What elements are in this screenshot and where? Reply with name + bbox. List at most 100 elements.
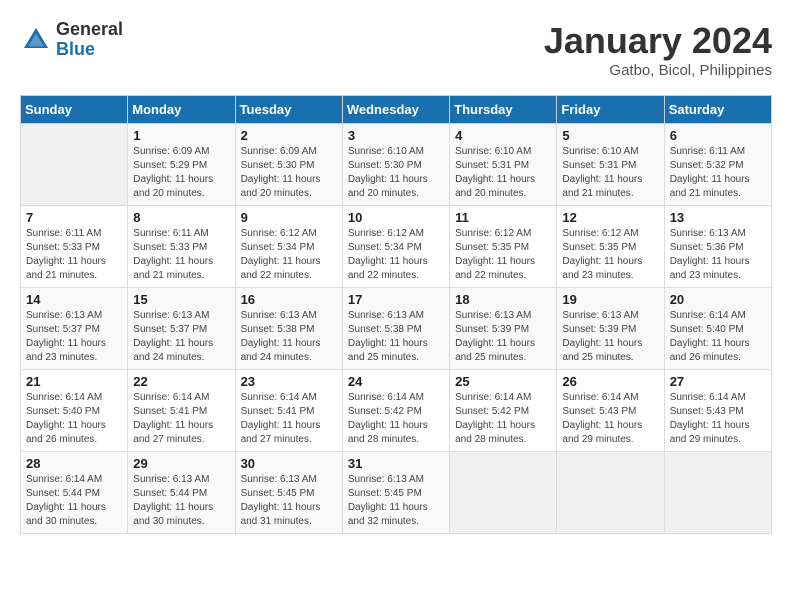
- day-number: 21: [26, 374, 122, 389]
- day-number: 16: [241, 292, 337, 307]
- day-info: Sunrise: 6:14 AMSunset: 5:44 PMDaylight:…: [26, 473, 122, 529]
- calendar-cell: 18 Sunrise: 6:13 AMSunset: 5:39 PMDayligh…: [450, 288, 557, 370]
- day-info: Sunrise: 6:13 AMSunset: 5:39 PMDaylight:…: [455, 309, 551, 365]
- calendar-cell: 31 Sunrise: 6:13 AMSunset: 5:45 PMDayligh…: [342, 452, 449, 534]
- day-info: Sunrise: 6:12 AMSunset: 5:35 PMDaylight:…: [455, 227, 551, 283]
- calendar-cell: 23 Sunrise: 6:14 AMSunset: 5:41 PMDayligh…: [235, 370, 342, 452]
- day-info: Sunrise: 6:13 AMSunset: 5:37 PMDaylight:…: [26, 309, 122, 365]
- calendar-cell: 22 Sunrise: 6:14 AMSunset: 5:41 PMDayligh…: [128, 370, 235, 452]
- day-info: Sunrise: 6:14 AMSunset: 5:41 PMDaylight:…: [133, 391, 229, 447]
- day-info: Sunrise: 6:11 AMSunset: 5:32 PMDaylight:…: [670, 145, 766, 201]
- day-number: 14: [26, 292, 122, 307]
- logo-text: General Blue: [56, 20, 123, 60]
- calendar-cell: 24Sunrise: 6:14 AMSunset: 5:42 PMDayligh…: [342, 370, 449, 452]
- day-number: 15: [133, 292, 229, 307]
- calendar-subtitle: Gatbo, Bicol, Philippines: [544, 62, 772, 79]
- day-info: Sunrise: 6:09 AMSunset: 5:29 PMDaylight:…: [133, 145, 229, 201]
- calendar-cell: 10 Sunrise: 6:12 AMSunset: 5:34 PMDayligh…: [342, 206, 449, 288]
- logo-blue: Blue: [56, 40, 123, 60]
- calendar-cell: 30 Sunrise: 6:13 AMSunset: 5:45 PMDayligh…: [235, 452, 342, 534]
- calendar-week-row: 14 Sunrise: 6:13 AMSunset: 5:37 PMDayligh…: [21, 288, 772, 370]
- day-number: 6: [670, 128, 766, 143]
- calendar-header-row: SundayMondayTuesdayWednesdayThursdayFrid…: [21, 96, 772, 124]
- logo: General Blue: [20, 20, 123, 60]
- calendar-cell: 2 Sunrise: 6:09 AMSunset: 5:30 PMDaylight…: [235, 124, 342, 206]
- day-info: Sunrise: 6:12 AMSunset: 5:35 PMDaylight:…: [562, 227, 658, 283]
- day-info: Sunrise: 6:13 AMSunset: 5:37 PMDaylight:…: [133, 309, 229, 365]
- calendar-cell: 9 Sunrise: 6:12 AMSunset: 5:34 PMDaylight…: [235, 206, 342, 288]
- day-info: Sunrise: 6:13 AMSunset: 5:45 PMDaylight:…: [241, 473, 337, 529]
- day-info: Sunrise: 6:14 AMSunset: 5:41 PMDaylight:…: [241, 391, 337, 447]
- calendar-cell: 4 Sunrise: 6:10 AMSunset: 5:31 PMDaylight…: [450, 124, 557, 206]
- calendar-cell: 21 Sunrise: 6:14 AMSunset: 5:40 PMDayligh…: [21, 370, 128, 452]
- calendar-week-row: 1 Sunrise: 6:09 AMSunset: 5:29 PMDaylight…: [21, 124, 772, 206]
- calendar-cell: 14 Sunrise: 6:13 AMSunset: 5:37 PMDayligh…: [21, 288, 128, 370]
- calendar-cell: 28 Sunrise: 6:14 AMSunset: 5:44 PMDayligh…: [21, 452, 128, 534]
- day-info: Sunrise: 6:10 AMSunset: 5:31 PMDaylight:…: [562, 145, 658, 201]
- day-info: Sunrise: 6:10 AMSunset: 5:30 PMDaylight:…: [348, 145, 444, 201]
- day-number: 1: [133, 128, 229, 143]
- calendar-cell: 12 Sunrise: 6:12 AMSunset: 5:35 PMDayligh…: [557, 206, 664, 288]
- day-number: 31: [348, 456, 444, 471]
- title-block: January 2024 Gatbo, Bicol, Philippines: [544, 20, 772, 79]
- calendar-cell: 19 Sunrise: 6:13 AMSunset: 5:39 PMDayligh…: [557, 288, 664, 370]
- calendar-cell: [664, 452, 771, 534]
- day-number: 8: [133, 210, 229, 225]
- day-number: 18: [455, 292, 551, 307]
- day-number: 5: [562, 128, 658, 143]
- day-number: 12: [562, 210, 658, 225]
- calendar-cell: 17Sunrise: 6:13 AMSunset: 5:38 PMDayligh…: [342, 288, 449, 370]
- calendar-cell: 1 Sunrise: 6:09 AMSunset: 5:29 PMDaylight…: [128, 124, 235, 206]
- calendar-cell: 8 Sunrise: 6:11 AMSunset: 5:33 PMDaylight…: [128, 206, 235, 288]
- calendar-cell: 27Sunrise: 6:14 AMSunset: 5:43 PMDayligh…: [664, 370, 771, 452]
- day-info: Sunrise: 6:13 AMSunset: 5:36 PMDaylight:…: [670, 227, 766, 283]
- calendar-cell: [21, 124, 128, 206]
- day-info: Sunrise: 6:11 AMSunset: 5:33 PMDaylight:…: [26, 227, 122, 283]
- day-info: Sunrise: 6:13 AMSunset: 5:44 PMDaylight:…: [133, 473, 229, 529]
- day-number: 10: [348, 210, 444, 225]
- day-info: Sunrise: 6:09 AMSunset: 5:30 PMDaylight:…: [241, 145, 337, 201]
- day-number: 13: [670, 210, 766, 225]
- day-info: Sunrise: 6:14 AMSunset: 5:42 PMDaylight:…: [455, 391, 551, 447]
- calendar-cell: 5 Sunrise: 6:10 AMSunset: 5:31 PMDaylight…: [557, 124, 664, 206]
- day-info: Sunrise: 6:13 AMSunset: 5:45 PMDaylight:…: [348, 473, 444, 529]
- day-info: Sunrise: 6:12 AMSunset: 5:34 PMDaylight:…: [241, 227, 337, 283]
- day-info: Sunrise: 6:14 AMSunset: 5:40 PMDaylight:…: [26, 391, 122, 447]
- day-info: Sunrise: 6:11 AMSunset: 5:33 PMDaylight:…: [133, 227, 229, 283]
- calendar-cell: 6 Sunrise: 6:11 AMSunset: 5:32 PMDaylight…: [664, 124, 771, 206]
- day-number: 17: [348, 292, 444, 307]
- day-info: Sunrise: 6:12 AMSunset: 5:34 PMDaylight:…: [348, 227, 444, 283]
- calendar-header-wednesday: Wednesday: [342, 96, 449, 124]
- day-number: 3: [348, 128, 444, 143]
- day-number: 9: [241, 210, 337, 225]
- day-number: 22: [133, 374, 229, 389]
- calendar-header-tuesday: Tuesday: [235, 96, 342, 124]
- calendar-header-monday: Monday: [128, 96, 235, 124]
- day-info: Sunrise: 6:13 AMSunset: 5:39 PMDaylight:…: [562, 309, 658, 365]
- day-info: Sunrise: 6:14 AMSunset: 5:40 PMDaylight:…: [670, 309, 766, 365]
- calendar-cell: 16 Sunrise: 6:13 AMSunset: 5:38 PMDayligh…: [235, 288, 342, 370]
- day-number: 20: [670, 292, 766, 307]
- day-number: 30: [241, 456, 337, 471]
- logo-icon: [20, 24, 52, 56]
- page-header: General Blue January 2024 Gatbo, Bicol, …: [20, 20, 772, 79]
- calendar-cell: 11Sunrise: 6:12 AMSunset: 5:35 PMDayligh…: [450, 206, 557, 288]
- day-number: 2: [241, 128, 337, 143]
- calendar-cell: [557, 452, 664, 534]
- day-info: Sunrise: 6:10 AMSunset: 5:31 PMDaylight:…: [455, 145, 551, 201]
- calendar-header-saturday: Saturday: [664, 96, 771, 124]
- day-info: Sunrise: 6:13 AMSunset: 5:38 PMDaylight:…: [241, 309, 337, 365]
- day-number: 4: [455, 128, 551, 143]
- calendar-cell: 29Sunrise: 6:13 AMSunset: 5:44 PMDayligh…: [128, 452, 235, 534]
- day-info: Sunrise: 6:14 AMSunset: 5:43 PMDaylight:…: [670, 391, 766, 447]
- day-number: 26: [562, 374, 658, 389]
- day-number: 23: [241, 374, 337, 389]
- day-number: 7: [26, 210, 122, 225]
- calendar-title: January 2024: [544, 20, 772, 62]
- calendar-week-row: 21 Sunrise: 6:14 AMSunset: 5:40 PMDayligh…: [21, 370, 772, 452]
- day-number: 28: [26, 456, 122, 471]
- calendar-header-friday: Friday: [557, 96, 664, 124]
- day-number: 19: [562, 292, 658, 307]
- calendar-week-row: 7 Sunrise: 6:11 AMSunset: 5:33 PMDaylight…: [21, 206, 772, 288]
- calendar-header-sunday: Sunday: [21, 96, 128, 124]
